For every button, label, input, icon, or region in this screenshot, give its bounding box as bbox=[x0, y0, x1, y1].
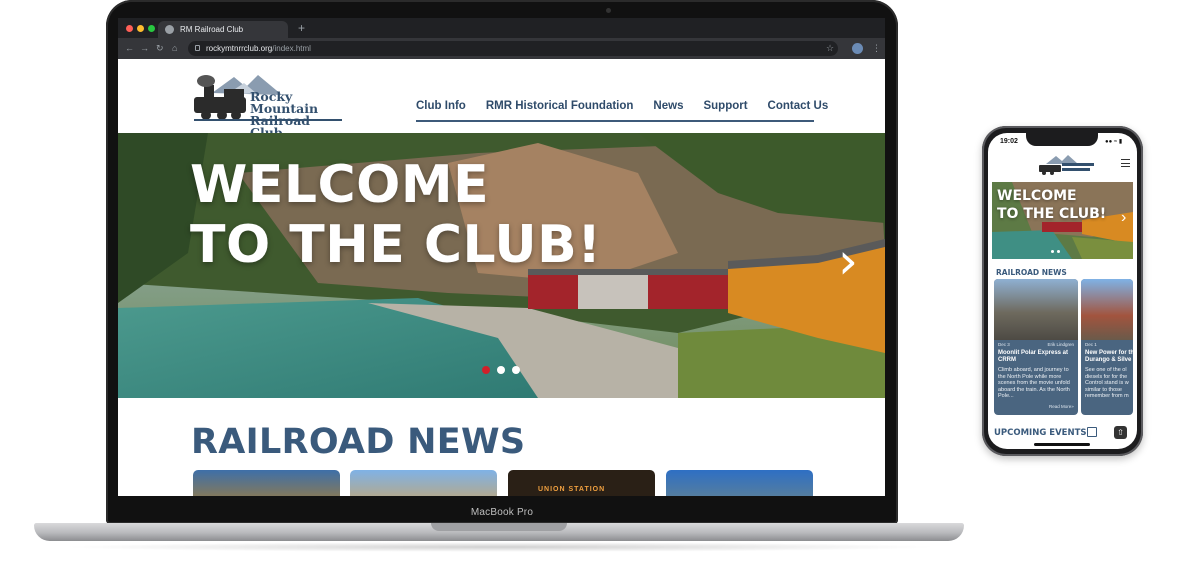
minimize-window-icon[interactable] bbox=[137, 25, 144, 32]
news-card-2[interactable] bbox=[350, 470, 497, 496]
address-bar[interactable]: rockymtnrrclub.org/index.html bbox=[188, 41, 838, 56]
phone-hero-headline: WELCOME TO THE CLUB! bbox=[997, 187, 1106, 223]
nav-rmr-historical-foundation[interactable]: RMR Historical Foundation bbox=[486, 100, 634, 112]
tab-title: RM Railroad Club bbox=[180, 25, 244, 34]
carousel-next-arrow-icon[interactable]: › bbox=[838, 233, 858, 289]
new-tab-icon[interactable]: + bbox=[298, 21, 305, 35]
phone-carousel-indicators bbox=[1051, 250, 1060, 253]
phone-carousel-dot-1[interactable] bbox=[1051, 250, 1054, 253]
maximize-window-icon[interactable] bbox=[148, 25, 155, 32]
calendar-icon[interactable] bbox=[1087, 427, 1097, 437]
phone-hero-line-2: TO THE CLUB! bbox=[997, 206, 1107, 222]
phone-card-2-date: Dec 1 bbox=[1085, 342, 1097, 347]
carousel-dot-1[interactable] bbox=[482, 366, 490, 374]
phone-news-heading: RAILROAD NEWS bbox=[996, 268, 1067, 277]
phone-card-2-title: New Power for the Durango & Silve bbox=[1085, 350, 1133, 363]
tab-strip: RM Railroad Club + bbox=[118, 18, 885, 38]
phone-hero-line-1: WELCOME bbox=[997, 188, 1077, 204]
nav-contact-us[interactable]: Contact Us bbox=[768, 100, 829, 112]
back-icon[interactable]: ← bbox=[125, 41, 134, 55]
phone-news-card-1[interactable]: Dec 3 Erik Lindgren Moonlit Polar Expres… bbox=[994, 279, 1078, 415]
website-viewport: Rocky Mountain Railroad Club Club Info R… bbox=[118, 59, 885, 496]
phone-card-1-title: Moonlit Polar Express at CRRM bbox=[998, 350, 1069, 363]
profile-avatar[interactable] bbox=[852, 43, 863, 54]
phone-status-icons: ●● ≈ ▮ bbox=[1105, 139, 1123, 145]
phone-card-1-excerpt: Climb aboard, and journey to the North P… bbox=[998, 367, 1070, 400]
carousel-dot-3[interactable] bbox=[512, 366, 520, 374]
url-path: /index.html bbox=[272, 44, 311, 53]
browser-tab[interactable]: RM Railroad Club bbox=[158, 21, 288, 38]
phone-clock: 19:02 bbox=[1000, 138, 1018, 145]
hamburger-menu-icon[interactable] bbox=[1121, 159, 1130, 167]
phone-upcoming-events-heading: UPCOMING EVENTS bbox=[994, 428, 1087, 438]
hero-carousel: WELCOME TO THE CLUB! › bbox=[118, 133, 885, 398]
phone-card-1-meta: Dec 3 Erik Lindgren bbox=[998, 342, 1074, 347]
laptop-opening-notch bbox=[431, 523, 567, 531]
news-card-1[interactable] bbox=[193, 470, 340, 496]
phone-news-card-2[interactable]: Dec 1 New Power for the Durango & Silve … bbox=[1081, 279, 1133, 415]
phone-notch bbox=[1026, 132, 1098, 146]
main-navigation: Club Info RMR Historical Foundation News… bbox=[416, 100, 848, 112]
phone-hero-carousel: WELCOME TO THE CLUB! › bbox=[992, 182, 1133, 259]
logo-wordmark: Rocky Mountain Railroad Club bbox=[250, 89, 342, 139]
phone-home-indicator[interactable] bbox=[1034, 443, 1090, 446]
hero-headline-line-1: WELCOME bbox=[190, 155, 490, 215]
railroad-news-heading: RAILROAD NEWS bbox=[191, 422, 526, 462]
hero-headline-line-2: TO THE CLUB! bbox=[190, 215, 602, 275]
carousel-dot-2[interactable] bbox=[497, 366, 505, 374]
phone-carousel-next-icon[interactable]: › bbox=[1121, 209, 1126, 227]
close-window-icon[interactable] bbox=[126, 25, 133, 32]
news-card-4[interactable] bbox=[666, 470, 813, 496]
nav-support[interactable]: Support bbox=[703, 100, 747, 112]
scroll-top-icon[interactable]: ⇧ bbox=[1114, 426, 1127, 439]
url-host: rockymtnrrclub.org bbox=[206, 44, 273, 53]
favicon-icon bbox=[165, 25, 174, 34]
union-station-sign: UNION STATION bbox=[538, 486, 606, 493]
product-mockup: MacBook Pro RM Railroad Club + ← → ↻ ⌂ r… bbox=[0, 0, 1179, 571]
phone-carousel-dot-2[interactable] bbox=[1057, 250, 1060, 253]
nav-underline bbox=[416, 120, 814, 122]
news-card-3[interactable]: UNION STATION bbox=[508, 470, 655, 496]
laptop-shadow bbox=[60, 542, 940, 552]
camera-icon bbox=[606, 8, 611, 13]
hero-headline: WELCOME TO THE CLUB! bbox=[190, 155, 601, 275]
carousel-indicators bbox=[482, 366, 520, 374]
bookmark-star-icon[interactable]: ☆ bbox=[826, 41, 834, 56]
home-icon[interactable]: ⌂ bbox=[172, 41, 177, 55]
laptop-model-label: MacBook Pro bbox=[470, 507, 534, 518]
phone-site-logo[interactable] bbox=[1038, 154, 1096, 176]
phone-card-1-author: Erik Lindgren bbox=[1047, 342, 1074, 347]
site-header: Rocky Mountain Railroad Club Club Info R… bbox=[118, 59, 885, 139]
phone-logo-icon bbox=[1039, 155, 1094, 175]
nav-club-info[interactable]: Club Info bbox=[416, 100, 466, 112]
phone-card-2-image bbox=[1081, 279, 1133, 340]
browser-chrome: RM Railroad Club + ← → ↻ ⌂ rockymtnrrclu… bbox=[118, 18, 885, 59]
browser-menu-icon[interactable]: ⋮ bbox=[872, 41, 881, 56]
phone-card-2-excerpt: See one of the ol diesels for for the Co… bbox=[1085, 367, 1129, 400]
phone-card-2-meta: Dec 1 bbox=[1085, 342, 1133, 347]
phone-card-1-date: Dec 3 bbox=[998, 342, 1010, 347]
site-logo[interactable]: Rocky Mountain Railroad Club bbox=[192, 71, 342, 139]
logo-line-1: Rocky Mountain bbox=[250, 89, 319, 116]
phone-card-1-read-more[interactable]: Read More» bbox=[1049, 404, 1074, 409]
phone-card-1-image bbox=[994, 279, 1078, 340]
nav-news[interactable]: News bbox=[653, 100, 683, 112]
forward-icon[interactable]: → bbox=[140, 41, 149, 55]
reload-icon[interactable]: ↻ bbox=[156, 41, 164, 55]
lock-icon bbox=[195, 45, 200, 51]
